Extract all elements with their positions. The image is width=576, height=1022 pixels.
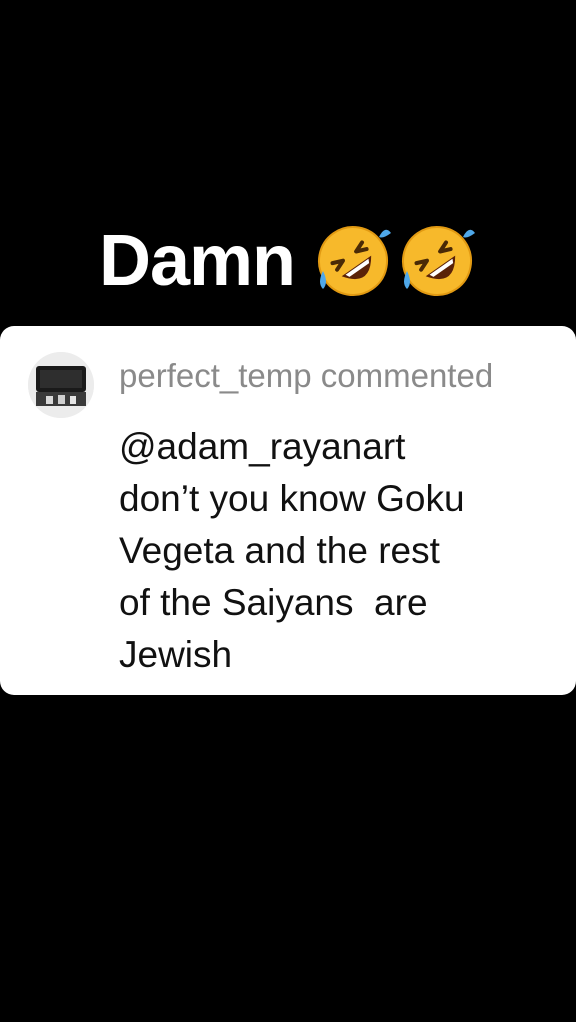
comment-line: Jewish bbox=[119, 634, 233, 675]
comment-line: @adam_rayanart bbox=[119, 426, 406, 467]
comment-header: perfect_temp commented bbox=[119, 357, 494, 394]
reply-comment-card[interactable]: perfect_temp commented @adam_rayanart do… bbox=[0, 326, 576, 695]
comment-line: Vegeta and the rest bbox=[119, 530, 440, 571]
rolling-on-floor-laughing-emoji-icon bbox=[402, 226, 476, 296]
caption-text: Damn bbox=[98, 221, 296, 301]
commenter-avatar[interactable] bbox=[28, 352, 94, 418]
comment-body: @adam_rayanart don’t you know Goku Veget… bbox=[119, 421, 549, 681]
comment-line: of the Saiyans are bbox=[119, 582, 428, 623]
emoji-row bbox=[313, 221, 477, 301]
user-avatar-icon bbox=[28, 352, 94, 418]
comment-line: don’t you know Goku bbox=[119, 478, 465, 519]
video-caption: Damn bbox=[0, 216, 576, 306]
rolling-on-floor-laughing-emoji-icon bbox=[318, 226, 392, 296]
